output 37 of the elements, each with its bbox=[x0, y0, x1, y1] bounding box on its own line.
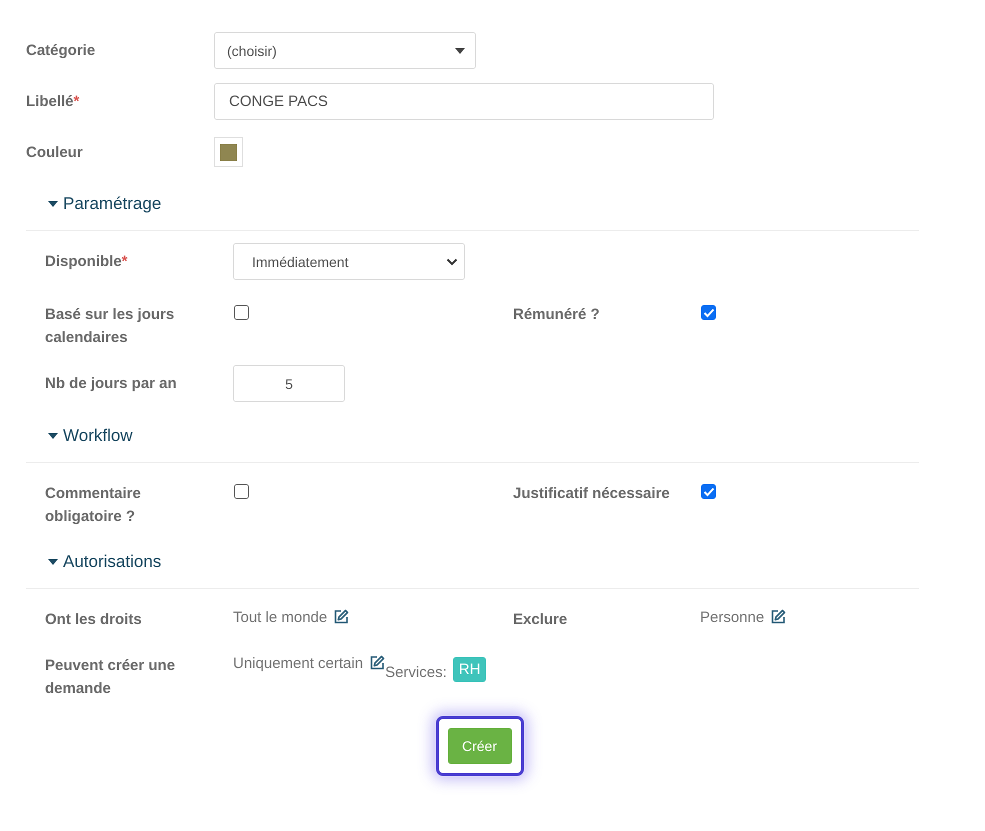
edit-icon[interactable] bbox=[770, 609, 786, 625]
value-text: Personne bbox=[700, 608, 764, 627]
services-label: Services: bbox=[385, 664, 447, 681]
label-field[interactable]: CONGE PACS bbox=[214, 83, 714, 120]
service-tag: RH bbox=[452, 657, 486, 682]
chevron-icon bbox=[446, 258, 458, 266]
section-toggle[interactable]: Autorisations bbox=[26, 550, 162, 574]
checkbox[interactable] bbox=[234, 484, 249, 499]
color-picker[interactable] bbox=[214, 137, 243, 167]
section-toggle[interactable]: Workflow bbox=[26, 424, 133, 448]
caret-icon bbox=[48, 559, 58, 565]
number-field[interactable]: 5 bbox=[233, 365, 345, 402]
caret-icon bbox=[455, 48, 465, 54]
field-label: Catégorie bbox=[26, 41, 96, 61]
checkbox[interactable] bbox=[234, 305, 249, 320]
category-dropdown[interactable]: (choisir) bbox=[214, 32, 476, 69]
field-label: Peuvent créer une demande bbox=[45, 656, 176, 699]
value-text: Uniquement certain bbox=[233, 654, 364, 673]
caret-icon bbox=[48, 433, 58, 439]
checkbox[interactable] bbox=[701, 484, 716, 499]
caret-icon bbox=[48, 201, 58, 207]
field-label: Nb de jours par an bbox=[45, 374, 178, 394]
field-label: Basé sur les jours calendaires bbox=[45, 305, 176, 348]
field-label: Exclure bbox=[513, 610, 568, 630]
edit-icon[interactable] bbox=[333, 609, 350, 625]
field-label: Rémunéré ? bbox=[513, 305, 601, 325]
edit-icon[interactable] bbox=[369, 655, 386, 671]
field-label: Disponible* bbox=[45, 252, 129, 272]
field-label: Commentaire obligatoire ? bbox=[45, 484, 142, 527]
checkbox[interactable] bbox=[701, 305, 716, 320]
value-text: Tout le monde bbox=[233, 608, 328, 627]
field-label: Ont les droits bbox=[45, 610, 143, 630]
field-label: Couleur bbox=[26, 142, 84, 162]
field-label: Libellé* bbox=[26, 92, 80, 112]
availability-select[interactable]: Immédiatement bbox=[233, 243, 465, 280]
field-label: Justificatif nécessaire bbox=[513, 484, 671, 504]
section-toggle[interactable]: Paramétrage bbox=[26, 192, 162, 216]
